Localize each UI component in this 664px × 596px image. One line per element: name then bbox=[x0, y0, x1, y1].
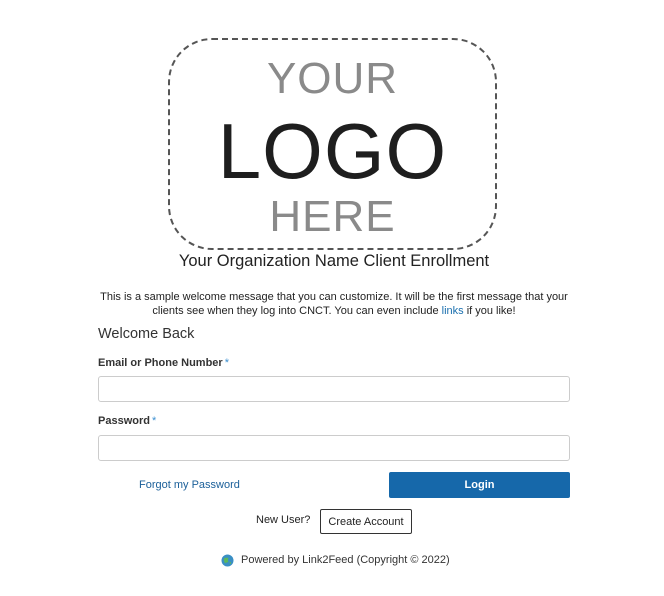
page-title: Your Organization Name Client Enrollment bbox=[178, 252, 490, 270]
logo-text-your: YOUR bbox=[266, 54, 399, 103]
globe-icon bbox=[221, 554, 234, 567]
email-field-label: Email or Phone Number * bbox=[98, 357, 229, 369]
welcome-message: This is a sample welcome message that yo… bbox=[90, 290, 578, 318]
new-user-prompt: New User? bbox=[256, 514, 311, 526]
logo-text-logo: LOGO bbox=[217, 107, 448, 195]
email-label-text: Email or Phone Number bbox=[98, 357, 223, 369]
enrollment-login-page: YOUR LOGO HERE Your Organization Name Cl… bbox=[0, 0, 664, 596]
password-label-text: Password bbox=[98, 415, 150, 427]
create-account-button[interactable]: Create Account bbox=[320, 509, 412, 534]
footer: Powered by Link2Feed (Copyright © 2022) bbox=[221, 552, 450, 568]
logo-text-here: HERE bbox=[269, 192, 396, 241]
welcome-message-link[interactable]: links bbox=[442, 305, 464, 317]
forgot-password-link[interactable]: Forgot my Password bbox=[139, 479, 240, 491]
welcome-text-end: if you like! bbox=[463, 305, 516, 317]
footer-text: Powered by Link2Feed (Copyright © 2022) bbox=[241, 554, 450, 566]
email-required-mark: * bbox=[224, 357, 229, 369]
form-heading: Welcome Back bbox=[98, 326, 195, 342]
logo-placeholder: YOUR LOGO HERE bbox=[168, 38, 497, 250]
password-field-label: Password * bbox=[98, 415, 156, 427]
login-button[interactable]: Login bbox=[389, 472, 570, 498]
password-required-mark: * bbox=[151, 415, 157, 427]
password-field[interactable] bbox=[98, 435, 570, 461]
email-field[interactable] bbox=[98, 376, 570, 402]
